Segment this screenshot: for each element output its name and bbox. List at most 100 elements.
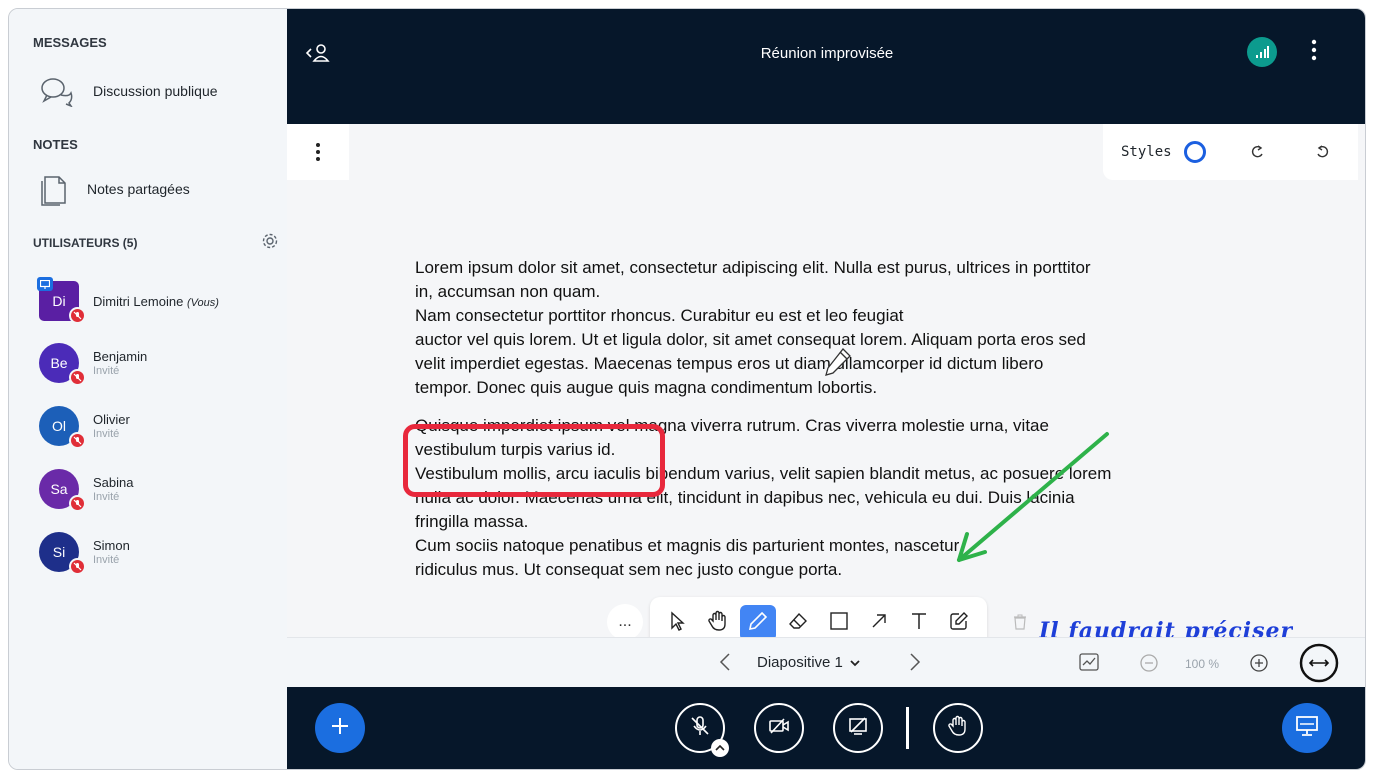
styles-label[interactable]: Styles [1121, 144, 1172, 160]
rectangle-icon [829, 611, 849, 636]
gear-icon[interactable] [261, 232, 279, 255]
meeting-title: Réunion improvisée [760, 45, 894, 62]
slide-selector[interactable]: Diapositive 1 [757, 654, 861, 671]
fit-width-icon[interactable] [1299, 643, 1339, 688]
chevron-left-icon[interactable] [719, 652, 731, 677]
more-tools-button[interactable]: ... [607, 604, 643, 640]
undo-icon[interactable] [1315, 144, 1329, 165]
whiteboard-menu-button[interactable] [287, 124, 349, 180]
handwritten-annotation: Il faudrait préciser [1039, 618, 1294, 637]
eraser-icon [788, 612, 808, 635]
slide-line: Nam consectetur porttitor rhoncus. Curab… [415, 306, 904, 325]
user-role: Invité [93, 554, 120, 566]
user-item-benjamin[interactable]: Be Benjamin Invité [39, 343, 279, 387]
slide-line: tempor. Donec quis augue quis magna cond… [415, 378, 878, 397]
avatar-initials: Sa [50, 481, 68, 497]
shared-notes-item[interactable]: Notes partagées [39, 171, 190, 207]
public-chat-label: Discussion publique [93, 83, 218, 99]
text-icon [910, 611, 928, 636]
muted-mic-icon [689, 715, 711, 742]
slide-navigation-bar: Diapositive 1 100 % [287, 637, 1365, 688]
app-window: MESSAGES Discussion publique NOTES Notes… [8, 8, 1366, 770]
trash-icon[interactable] [1005, 602, 1035, 642]
user-item-olivier[interactable]: Ol Olivier Invité [39, 406, 279, 450]
pencil-tool[interactable] [740, 605, 777, 641]
user-item-simon[interactable]: Si Simon Invité [39, 532, 279, 576]
slide-selector-label: Diapositive 1 [757, 654, 843, 671]
toolbar-divider [906, 707, 909, 749]
chevron-right-icon[interactable] [909, 652, 921, 677]
styles-panel: Styles [1103, 124, 1358, 180]
messages-section-title: MESSAGES [33, 35, 107, 50]
unmute-button[interactable] [675, 703, 729, 757]
color-circle-icon[interactable] [1183, 140, 1207, 169]
zoom-level: 100 % [1185, 657, 1220, 671]
presentation-icon [1295, 715, 1319, 742]
note-edit-icon [949, 611, 969, 636]
user-name: Olivier [93, 412, 130, 427]
options-menu-icon[interactable] [1311, 39, 1317, 66]
avatar-initials: Si [52, 544, 66, 560]
hand-icon [707, 610, 729, 637]
connection-status-icon[interactable] [1247, 37, 1277, 67]
hand-icon [947, 715, 969, 742]
user-role: Invité [93, 491, 120, 503]
chevron-up-icon[interactable] [711, 739, 729, 757]
pencil-icon [748, 611, 768, 636]
muted-mic-icon [69, 369, 86, 386]
slide-line: in, accumsan non quam. [415, 282, 601, 301]
zoom-out-icon[interactable] [1139, 653, 1159, 678]
muted-mic-icon [69, 432, 86, 449]
chat-bubbles-icon [39, 75, 75, 107]
raise-hand-button[interactable] [933, 703, 983, 753]
muted-mic-icon [69, 558, 86, 575]
user-name: Dimitri Lemoine (Vous) [93, 294, 219, 309]
add-actions-button[interactable] [315, 703, 365, 753]
slide-line: fringilla massa. [415, 512, 529, 531]
avatar-initials: Ol [52, 418, 66, 434]
user-name: Benjamin [93, 349, 148, 364]
user-item-dimitri[interactable]: Di Dimitri Lemoine (Vous) [37, 277, 279, 325]
arrow-tool[interactable] [861, 605, 897, 641]
presentation-area[interactable]: Styles Lorem ipsum dolor sit amet, conse… [287, 124, 1365, 649]
zoom-in-icon[interactable] [1249, 653, 1269, 678]
annotation-red-rectangle [403, 424, 665, 497]
slide-line: Cum sociis natoque penatibus et magnis d… [415, 536, 960, 555]
redo-icon[interactable] [1251, 144, 1265, 165]
presenter-icon [37, 277, 53, 291]
chart-icon[interactable] [1079, 653, 1099, 676]
sidebar: MESSAGES Discussion publique NOTES Notes… [9, 9, 287, 769]
user-role: Invité [93, 365, 120, 377]
slide-line: Lorem ipsum dolor sit amet, consectetur … [415, 258, 1091, 277]
plus-icon [329, 715, 351, 742]
cursor-arrow-icon [669, 610, 687, 636]
avatar-initials: Di [52, 293, 66, 309]
top-bar: Réunion improvisée [287, 9, 1365, 124]
select-tool[interactable] [660, 605, 696, 641]
user-item-sabina[interactable]: Sa Sabina Invité [39, 469, 279, 513]
arrow-icon [870, 612, 888, 635]
eraser-tool[interactable] [780, 605, 816, 641]
chevron-down-icon [849, 654, 861, 671]
camera-off-icon [768, 717, 790, 740]
share-screen-button[interactable] [833, 703, 883, 753]
user-name: Simon [93, 538, 130, 553]
muted-mic-icon [69, 495, 86, 512]
shared-notes-label: Notes partagées [87, 181, 190, 197]
screen-share-off-icon [847, 716, 869, 741]
annotation-green-arrow [957, 432, 1109, 562]
slide-content: Lorem ipsum dolor sit amet, consectetur … [415, 256, 1245, 582]
user-name: Sabina [93, 475, 134, 490]
user-role: Invité [93, 428, 120, 440]
hand-tool[interactable] [700, 605, 736, 641]
sticky-note-tool[interactable] [941, 605, 977, 641]
users-section-title: UTILISATEURS (5) [33, 236, 138, 250]
rectangle-tool[interactable] [821, 605, 857, 641]
share-webcam-button[interactable] [754, 703, 804, 753]
toggle-presentation-button[interactable] [1282, 703, 1332, 753]
public-chat-item[interactable]: Discussion publique [39, 75, 218, 107]
text-tool[interactable] [901, 605, 937, 641]
muted-mic-icon [69, 307, 86, 324]
pencil-cursor-icon [825, 348, 851, 376]
notes-section-title: NOTES [33, 137, 78, 152]
